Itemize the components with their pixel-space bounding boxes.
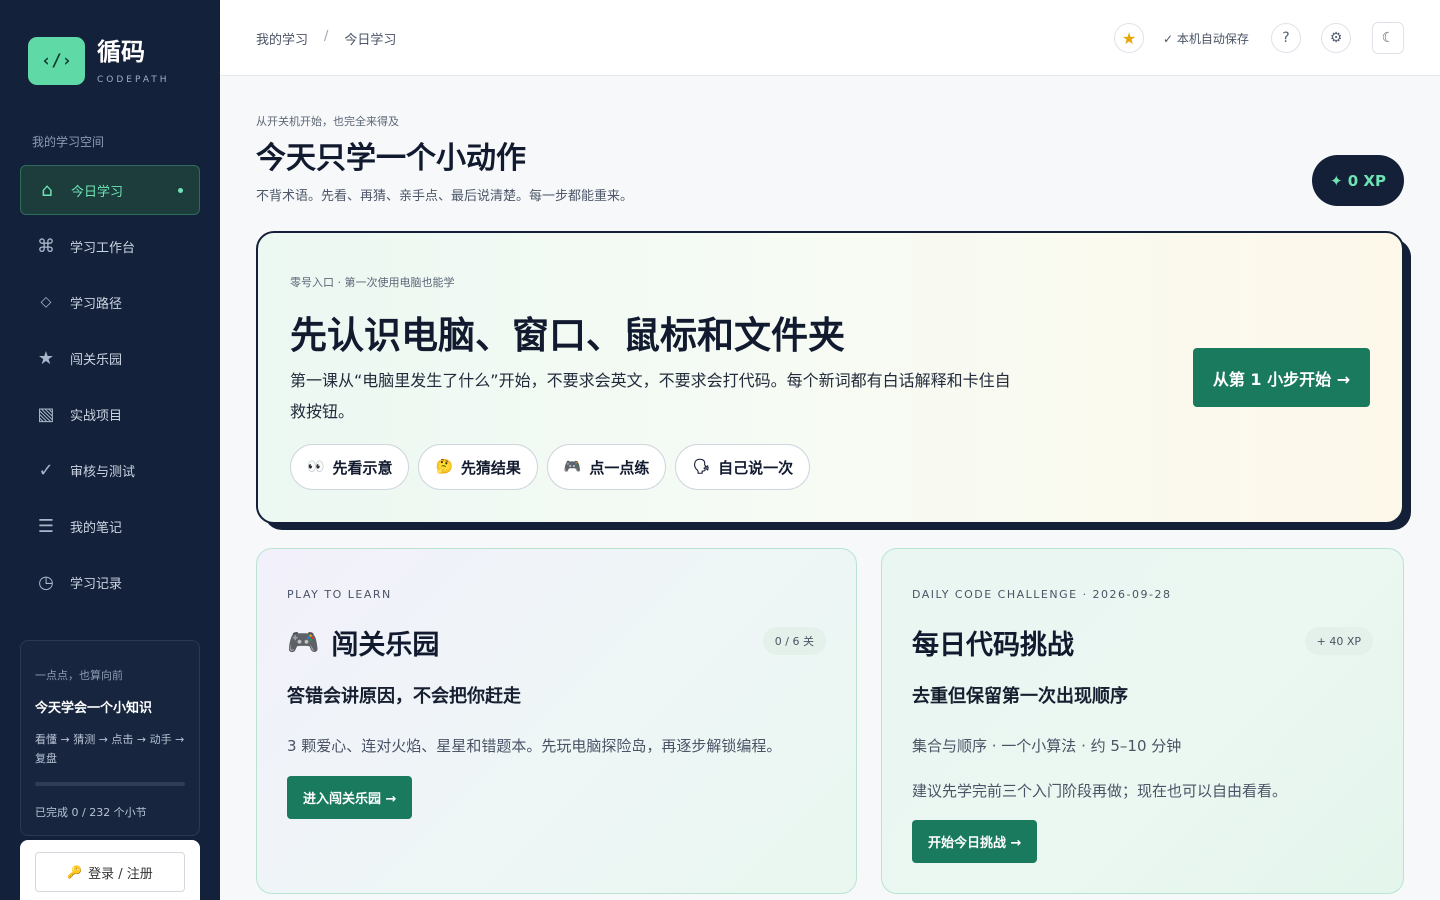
diamond-icon: ◇: [40, 294, 52, 310]
chip-label: 先看示意: [332, 458, 393, 477]
hatched-square-icon: ▧: [37, 403, 55, 425]
command-icon: ⌘: [37, 235, 55, 257]
login-button[interactable]: 🔑 登录 / 注册: [35, 852, 185, 892]
sidebar-nav: ⌂ 今日学习 ⌘ 学习工作台 ◇ 学习路径 ★ 闯关乐园 ▧ 实战项目 ✓ 审核…: [20, 165, 200, 613]
start-daily-challenge-button[interactable]: 开始今日挑战 →: [912, 820, 1038, 863]
code-icon: ‹/›: [28, 37, 85, 85]
brand-logo[interactable]: ‹/› 循码 CODEPATH: [28, 37, 170, 85]
play-subtitle: 答错会讲原因，不会把你赶走: [287, 686, 521, 707]
sidebar-item-label: 审核与测试: [70, 464, 136, 480]
page-title: 今天只学一个小动作: [256, 141, 526, 176]
speaking-head-icon: 🗣: [692, 459, 711, 475]
chip-label: 点一点练: [589, 458, 650, 477]
daily-kicker: DAILY CODE CHALLENGE · 2026-09-28: [912, 588, 1172, 601]
progress-card-title: 今天学会一个小知识: [35, 701, 153, 716]
xp-badge[interactable]: ✦ 0 XP: [1312, 155, 1404, 206]
progress-done-text: 已完成 0 / 232 个小节: [35, 806, 147, 819]
sidebar-item-review[interactable]: ✓ 审核与测试: [20, 445, 200, 495]
daily-subtitle: 去重但保留第一次出现顺序: [912, 686, 1128, 707]
play-description: 3 颗爱心、连对火焰、星星和错题本。先玩电脑探险岛，再逐步解锁编程。: [287, 737, 782, 755]
intro-title: 先认识电脑、窗口、鼠标和文件夹: [290, 314, 845, 357]
daily-title: 每日代码挑战: [912, 630, 1074, 661]
chip-label: 先猜结果: [460, 458, 521, 477]
sidebar-item-label: 学习记录: [70, 576, 123, 592]
eyes-icon: 👀: [307, 459, 325, 475]
gamepad-icon: 🎮: [563, 459, 582, 475]
chip-guess[interactable]: 🤔 先猜结果: [418, 444, 538, 490]
login-card: 🔑 登录 / 注册: [20, 840, 200, 900]
play-kicker: PLAY TO LEARN: [287, 588, 392, 601]
intro-card: 零号入口 · 第一次使用电脑也能学 先认识电脑、窗口、鼠标和文件夹 第一课从“电…: [256, 231, 1404, 524]
start-first-step-button[interactable]: 从第 1 小步开始 →: [1193, 348, 1370, 407]
autosave-status: ✓ 本机自动保存: [1163, 32, 1249, 46]
sidebar-item-history[interactable]: ◷ 学习记录: [20, 557, 200, 607]
play-title: 🎮 闯关乐园: [287, 623, 439, 662]
sidebar-item-label: 闯关乐园: [70, 352, 123, 368]
progress-bar: [35, 782, 185, 786]
daily-challenge-card: DAILY CODE CHALLENGE · 2026-09-28 每日代码挑战…: [881, 548, 1404, 894]
sidebar-item-projects[interactable]: ▧ 实战项目: [20, 389, 200, 439]
breadcrumb: 我的学习 / 今日学习: [256, 29, 396, 48]
chip-explain[interactable]: 🗣 自己说一次: [675, 444, 811, 490]
brand-subtitle: CODEPATH: [97, 75, 170, 85]
login-label: 登录 / 注册: [88, 866, 153, 882]
star-icon[interactable]: ★: [1114, 23, 1144, 53]
moon-icon[interactable]: ☾: [1372, 22, 1404, 54]
sidebar-item-playground[interactable]: ★ 闯关乐园: [20, 333, 200, 383]
sidebar-item-label: 今日学习: [71, 184, 124, 200]
intro-kicker: 零号入口 · 第一次使用电脑也能学: [290, 276, 455, 289]
enter-playground-button[interactable]: 进入闯关乐园 →: [287, 776, 413, 819]
sidebar-section-label: 我的学习空间: [32, 135, 105, 149]
chip-practice[interactable]: 🎮 点一点练: [546, 444, 667, 490]
sidebar-item-workbench[interactable]: ⌘ 学习工作台: [20, 221, 200, 271]
star-icon: ★: [37, 347, 55, 369]
progress-card-steps: 看懂 → 猜测 → 点击 → 动手 → 复盘: [35, 733, 185, 765]
sidebar-item-notes[interactable]: ☰ 我的笔记: [20, 501, 200, 551]
sidebar: ‹/› 循码 CODEPATH 我的学习空间 ⌂ 今日学习 ⌘ 学习工作台 ◇ …: [0, 0, 220, 900]
sidebar-item-label: 学习工作台: [70, 240, 136, 256]
gamepad-icon: 🎮: [287, 627, 320, 658]
daily-progress-card: 一点点，也算向前 今天学会一个小知识 看懂 → 猜测 → 点击 → 动手 → 复…: [20, 640, 200, 836]
check-icon: ✓: [38, 459, 54, 481]
progress-card-kicker: 一点点，也算向前: [35, 669, 123, 682]
clock-icon: ◷: [38, 571, 54, 593]
hero-kicker: 从开关机开始，也完全来得及: [256, 115, 399, 128]
breadcrumb-item-my-learning[interactable]: 我的学习: [256, 29, 308, 48]
breadcrumb-item-today: 今日学习: [344, 33, 397, 48]
play-level-badge: 0 / 6 关: [762, 627, 826, 655]
help-icon[interactable]: ?: [1271, 23, 1301, 53]
list-icon: ☰: [37, 515, 55, 537]
intro-description: 第一课从“电脑里发生了什么”开始，不要求会英文，不要求会打代码。每个新词都有白话…: [290, 371, 1011, 421]
sidebar-item-today[interactable]: ⌂ 今日学习: [20, 165, 200, 215]
home-icon: ⌂: [41, 179, 53, 201]
sidebar-item-label: 实战项目: [70, 408, 123, 424]
daily-xp-badge: + 40 XP: [1304, 627, 1373, 655]
brand-title: 循码: [97, 38, 145, 66]
chip-watch[interactable]: 👀 先看示意: [290, 444, 410, 490]
topbar: 我的学习 / 今日学习 ★ ✓ 本机自动保存 ? ⚙ ☾: [220, 0, 1440, 76]
gear-icon[interactable]: ⚙: [1321, 23, 1351, 53]
key-icon: 🔑: [67, 865, 83, 879]
daily-meta: 集合与顺序 · 一个小算法 · 约 5–10 分钟: [912, 737, 1182, 755]
daily-note: 建议先学完前三个入门阶段再做；现在也可以自由看看。: [912, 782, 1288, 800]
page-subtitle: 不背术语。先看、再猜、亲手点、最后说清楚。每一步都能重来。: [256, 189, 634, 204]
breadcrumb-separator: /: [324, 29, 329, 44]
sidebar-item-label: 我的笔记: [70, 520, 123, 536]
chip-label: 自己说一次: [718, 458, 794, 477]
thinking-face-icon: 🤔: [435, 459, 453, 475]
sidebar-item-path[interactable]: ◇ 学习路径: [20, 277, 200, 327]
active-dot: [178, 188, 183, 193]
sidebar-item-label: 学习路径: [70, 296, 123, 312]
learning-steps-chips: 👀 先看示意 🤔 先猜结果 🎮 点一点练 🗣 自己说一次: [290, 444, 819, 490]
play-to-learn-card: PLAY TO LEARN 🎮 闯关乐园 0 / 6 关 答错会讲原因，不会把你…: [256, 548, 857, 894]
play-title-text: 闯关乐园: [331, 630, 440, 661]
